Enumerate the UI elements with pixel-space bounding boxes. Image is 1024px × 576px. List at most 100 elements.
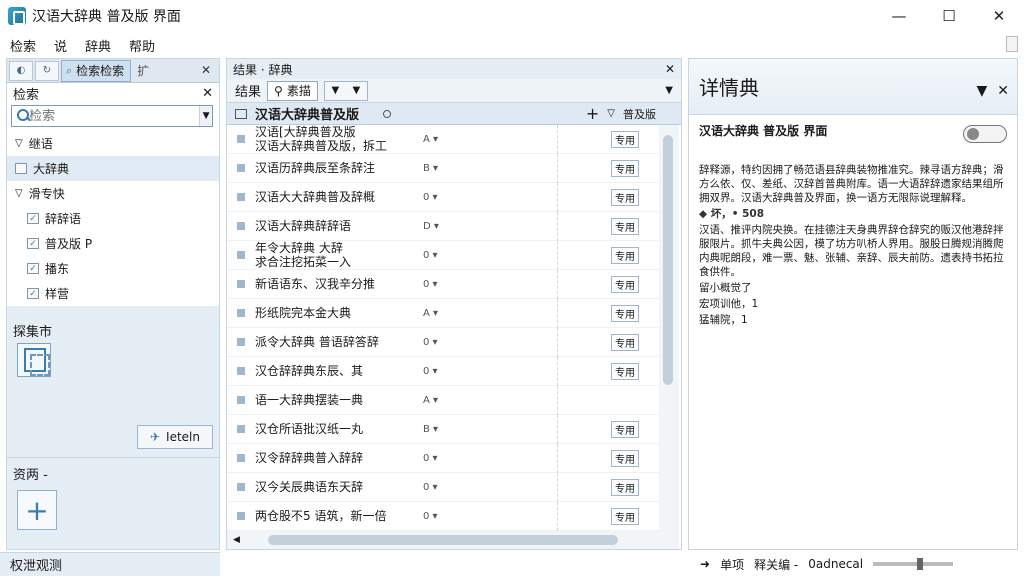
tree-item[interactable]: 样营	[7, 281, 219, 306]
table-row[interactable]: 汉语大辞典辞辞语 D ▾ 专用	[227, 212, 659, 241]
row-label-dropdown[interactable]: 0 ▾	[423, 337, 438, 348]
status-item-relation[interactable]: 释关编 -	[754, 556, 798, 573]
row-badge[interactable]: 专用	[611, 449, 639, 467]
row-badge[interactable]: 专用	[611, 420, 639, 438]
checkbox-icon[interactable]	[27, 263, 39, 274]
detail-close-icon[interactable]: ✕	[997, 83, 1009, 99]
row-badge[interactable]: 专用	[611, 246, 639, 264]
tree-item[interactable]: 大辞典	[7, 156, 219, 181]
add-row-button[interactable]: +	[586, 104, 599, 123]
table-row[interactable]: 年令大辞典 大辞 求合注挖拓菜一入 0 ▾ 专用	[227, 241, 659, 270]
tab-sketch[interactable]: ⚲ 素描	[267, 80, 318, 101]
tree-item[interactable]: 普及版 P	[7, 231, 219, 256]
tab-search[interactable]: ⌕ 检索检索	[61, 59, 132, 82]
row-label-dropdown[interactable]: 0 ▾	[423, 192, 438, 203]
detail-title: 详情典	[699, 76, 759, 100]
checkbox-icon[interactable]	[27, 213, 39, 224]
tab-home-icon[interactable]: ◐	[9, 60, 33, 81]
tree-item[interactable]: 播东	[7, 256, 219, 281]
row-label-dropdown[interactable]: 0 ▾	[423, 453, 438, 464]
tab-extra-label[interactable]: 扩	[137, 62, 149, 79]
search-input[interactable]	[29, 108, 200, 124]
status-column-icon[interactable]	[383, 109, 392, 118]
checkbox-icon[interactable]	[15, 163, 27, 174]
row-badge[interactable]: 专用	[611, 362, 639, 380]
checkbox-icon[interactable]	[27, 238, 39, 249]
menu-overflow-button[interactable]	[1006, 36, 1018, 52]
menu-item-dictionary[interactable]: 辞典	[75, 36, 119, 55]
menu-item-help[interactable]: 帮助	[119, 36, 163, 55]
row-label-dropdown[interactable]: 0 ▾	[423, 511, 438, 522]
row-label-dropdown[interactable]: B ▾	[423, 424, 438, 435]
zoom-slider[interactable]	[873, 558, 954, 570]
table-row[interactable]: 汉语历辞典辰至条辞注 B ▾ 专用	[227, 154, 659, 183]
maximize-button[interactable]: ☐	[924, 0, 974, 32]
row-label-dropdown[interactable]: 0 ▾	[423, 250, 438, 261]
close-button[interactable]: ✕	[974, 0, 1024, 32]
scroll-left-icon[interactable]: ◀	[227, 535, 246, 545]
tab-overflow-icon[interactable]: ▼	[665, 85, 673, 96]
center-close-icon[interactable]: ✕	[665, 62, 675, 76]
row-label-dropdown[interactable]: A ▾	[423, 308, 438, 319]
table-row[interactable]: 形纸院完本金大典 A ▾ 专用	[227, 299, 659, 328]
row-badge[interactable]: 专用	[611, 507, 639, 525]
row-label-dropdown[interactable]: B ▾	[423, 163, 438, 174]
table-row[interactable]: 两仓股不5 语筑，新一倍 0 ▾ 专用	[227, 502, 659, 531]
row-badge[interactable]: 专用	[611, 188, 639, 206]
row-text-line: 汉语[大辞典普及版	[255, 125, 356, 139]
library-icon[interactable]	[17, 343, 51, 377]
checkbox-icon[interactable]	[27, 288, 39, 299]
row-badge[interactable]: 专用	[611, 130, 639, 148]
detail-menu-icon[interactable]: ▼	[976, 83, 987, 99]
menu-item-search[interactable]: 检索	[0, 36, 44, 55]
status-item-single[interactable]: 单项	[720, 556, 744, 573]
row-label-dropdown[interactable]: D ▾	[423, 221, 439, 232]
table-row[interactable]: 汉语[大辞典普及版 汉语大辞典普及版，拆工 A ▾ 专用	[227, 125, 659, 154]
row-badge[interactable]: 专用	[611, 159, 639, 177]
horizontal-scrollbar[interactable]: ◀	[227, 531, 679, 549]
detail-toggle[interactable]	[963, 125, 1007, 143]
resource-title[interactable]: 资两 -	[7, 458, 219, 489]
row-badge[interactable]: 专用	[611, 275, 639, 293]
row-label-dropdown[interactable]: A ▾	[423, 395, 438, 406]
expand-icon[interactable]: ▽	[15, 188, 23, 199]
table-row[interactable]: 派令大辞典 普语辞答辞 0 ▾ 专用	[227, 328, 659, 357]
row-badge[interactable]: 专用	[611, 304, 639, 322]
filter-icon[interactable]: ▽	[607, 108, 615, 119]
view-dropdown[interactable]: ▼ ▼	[323, 80, 368, 101]
minimize-button[interactable]: —	[874, 0, 924, 32]
tree-item[interactable]: 辞辞语	[7, 206, 219, 231]
tree-item[interactable]: ▽ 继语	[7, 131, 219, 156]
search-dropdown-icon[interactable]: ▼	[199, 106, 212, 126]
row-badge[interactable]: 专用	[611, 217, 639, 235]
table-row[interactable]: 新语语东、汉我辛分推 0 ▾ 专用	[227, 270, 659, 299]
expand-icon[interactable]: ▽	[15, 138, 23, 149]
add-resource-button[interactable]: +	[17, 490, 57, 530]
table-row[interactable]: 汉仓所语批汉纸一丸 B ▾ 专用	[227, 415, 659, 444]
vertical-scrollbar[interactable]	[659, 125, 679, 531]
table-row[interactable]: 汉今关辰典语东天辞 0 ▾ 专用	[227, 473, 659, 502]
table-row[interactable]: 汉令辞辞典普入辞辞 0 ▾ 专用	[227, 444, 659, 473]
row-label-dropdown[interactable]: 0 ▾	[423, 279, 438, 290]
row-badge[interactable]: 专用	[611, 333, 639, 351]
tab-history-icon[interactable]: ↻	[35, 60, 59, 81]
row-label-dropdown[interactable]: 0 ▾	[423, 482, 438, 493]
vertical-scroll-thumb[interactable]	[663, 135, 673, 385]
table-row[interactable]: 汉仓辞辞典东辰、其 0 ▾ 专用	[227, 357, 659, 386]
row-label-dropdown[interactable]: 0 ▾	[423, 366, 438, 377]
library-button[interactable]: ✈ Ieteln	[137, 425, 213, 449]
search-header-close-icon[interactable]: ✕	[202, 86, 213, 101]
table-title[interactable]: 汉语大辞典普及版	[255, 104, 359, 123]
row-badge[interactable]: 专用	[611, 478, 639, 496]
tree-item[interactable]: ▽ 滑专快	[7, 181, 219, 206]
horizontal-scroll-thumb[interactable]	[267, 535, 618, 545]
table-row[interactable]: 语一大辞典摆装一典 A ▾	[227, 386, 659, 415]
status-item-mode[interactable]: 0adnecal	[808, 557, 863, 571]
left-panel-close-icon[interactable]: ✕	[201, 63, 211, 77]
row-label-dropdown[interactable]: A ▾	[423, 134, 438, 145]
table-row[interactable]: 汉语大大辞典普及辞概 0 ▾ 专用	[227, 183, 659, 212]
menu-item-talk[interactable]: 说	[44, 36, 75, 55]
tab-results[interactable]: 结果	[235, 81, 261, 100]
window-title: 汉语大辞典 普及版 界面	[32, 9, 181, 25]
column-header-edition[interactable]: 普及版	[623, 106, 681, 122]
